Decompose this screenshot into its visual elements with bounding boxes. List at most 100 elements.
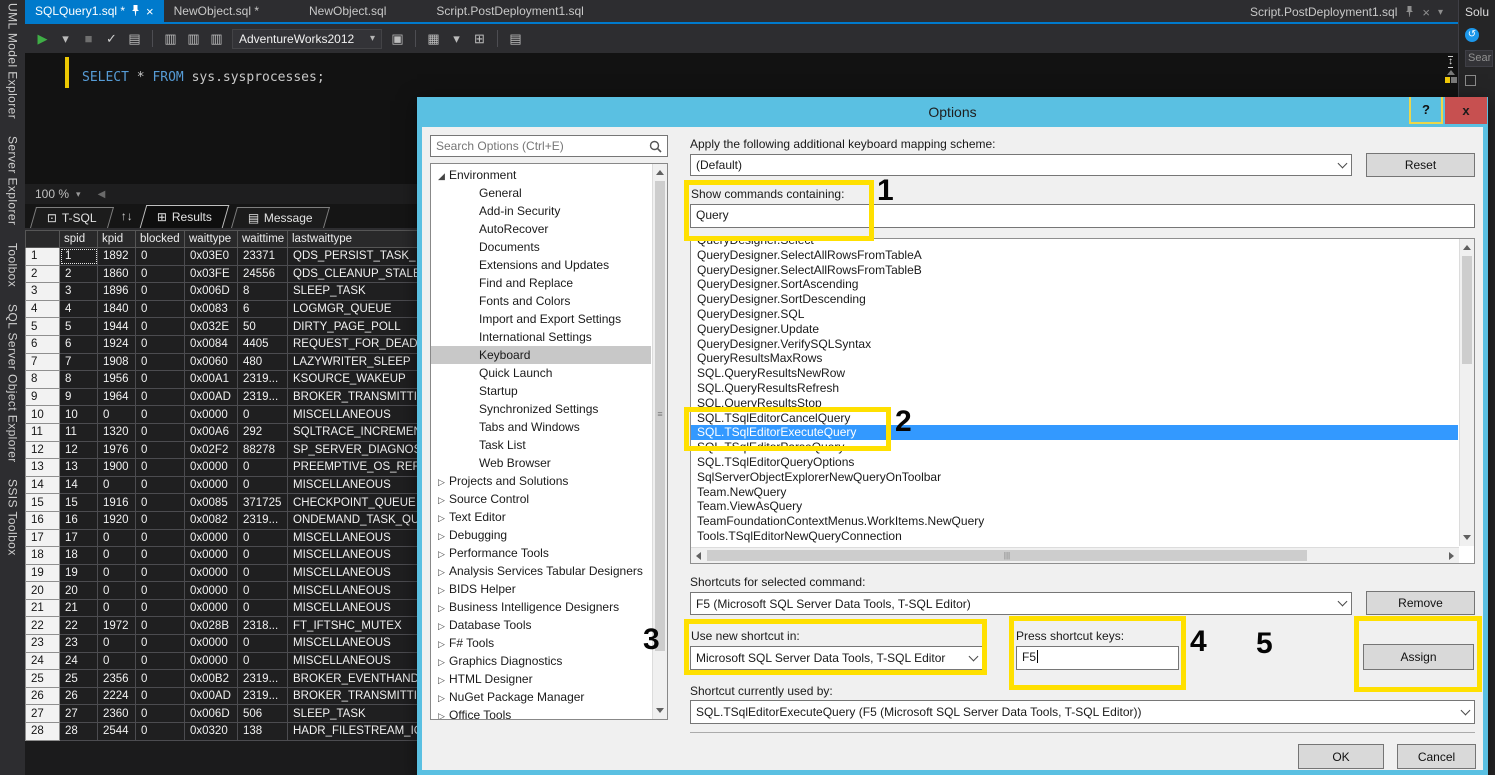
data-cell[interactable]: 0: [136, 388, 185, 406]
column-header-waittype[interactable]: waittype: [185, 231, 238, 248]
data-cell[interactable]: MISCELLANEOUS: [288, 652, 418, 670]
data-cell[interactable]: 13: [60, 459, 98, 477]
command-item[interactable]: TeamFoundationContextMenus.WorkItems.New…: [691, 514, 1458, 529]
close-icon[interactable]: ×: [146, 5, 154, 18]
command-item[interactable]: SQL.QueryResultsRefresh: [691, 381, 1458, 396]
data-cell[interactable]: 23: [60, 635, 98, 653]
data-cell[interactable]: 1908: [98, 353, 136, 371]
data-cell[interactable]: 0x0000: [185, 406, 238, 424]
shortcut-used-by-select[interactable]: SQL.TSqlEditorExecuteQuery (F5 (Microsof…: [690, 700, 1475, 724]
data-cell[interactable]: 0: [136, 705, 185, 723]
tree-item-text-editor[interactable]: ▷Text Editor: [431, 508, 651, 526]
results-to-grid-icon[interactable]: ▦: [426, 32, 441, 45]
data-cell[interactable]: 11: [60, 423, 98, 441]
data-cell[interactable]: 0: [238, 599, 288, 617]
query-plan-icon[interactable]: ⊞: [472, 32, 487, 45]
data-cell[interactable]: 6: [238, 300, 288, 318]
data-cell[interactable]: 0: [136, 353, 185, 371]
data-cell[interactable]: 27: [60, 705, 98, 723]
data-cell[interactable]: MISCELLANEOUS: [288, 635, 418, 653]
expander-icon[interactable]: ▷: [438, 617, 449, 634]
data-cell[interactable]: 0: [136, 529, 185, 547]
expander-icon[interactable]: ▷: [438, 653, 449, 670]
tree-item-html-designer[interactable]: ▷HTML Designer: [431, 670, 651, 688]
data-cell[interactable]: 2: [60, 265, 98, 283]
data-cell[interactable]: PREEMPTIVE_OS_REF: [288, 459, 418, 477]
disconnect-database-icon[interactable]: ▥: [186, 32, 201, 45]
data-cell[interactable]: CHECKPOINT_QUEUE: [288, 494, 418, 512]
scrollbar-thumb[interactable]: ≡: [655, 181, 665, 651]
data-cell[interactable]: 0: [136, 511, 185, 529]
data-cell[interactable]: 1964: [98, 388, 136, 406]
column-header-spid[interactable]: spid: [60, 231, 98, 248]
zoom-level[interactable]: 100 %: [35, 187, 69, 201]
data-cell[interactable]: 24: [60, 652, 98, 670]
document-tab[interactable]: Script.PostDeployment1.sql: [426, 0, 593, 22]
command-item[interactable]: SQL.TSqlEditorCancelQuery: [691, 411, 1458, 426]
tab-results[interactable]: ⊞ Results: [139, 205, 229, 228]
connect-database-icon[interactable]: ▥: [163, 32, 178, 45]
command-item[interactable]: SQL.QueryResultsNewRow: [691, 366, 1458, 381]
data-cell[interactable]: 6: [60, 335, 98, 353]
data-cell[interactable]: 0: [136, 371, 185, 389]
data-cell[interactable]: 23371: [238, 248, 288, 266]
command-item[interactable]: SQL.TSqlEditorQueryOptions: [691, 455, 1458, 470]
command-item[interactable]: QueryDesigner.SortDescending: [691, 292, 1458, 307]
data-cell[interactable]: 0: [98, 547, 136, 565]
data-cell[interactable]: 1896: [98, 283, 136, 301]
command-item[interactable]: QueryDesigner.SelectAllRowsFromTableA: [691, 248, 1458, 263]
row-number-cell[interactable]: 8: [26, 371, 60, 389]
data-cell[interactable]: 0: [136, 687, 185, 705]
results-dropdown-icon[interactable]: ▾: [449, 32, 464, 45]
row-number-cell[interactable]: 22: [26, 617, 60, 635]
data-cell[interactable]: SLEEP_TASK: [288, 705, 418, 723]
tab-tsql[interactable]: ⊡ T-SQL: [30, 207, 114, 228]
data-cell[interactable]: 0: [136, 635, 185, 653]
data-cell[interactable]: 10: [60, 406, 98, 424]
data-cell[interactable]: 1916: [98, 494, 136, 512]
data-cell[interactable]: SLEEP_TASK: [288, 283, 418, 301]
data-cell[interactable]: MISCELLANEOUS: [288, 529, 418, 547]
column-header-blocked[interactable]: blocked: [136, 231, 185, 248]
data-cell[interactable]: 0x00AD: [185, 388, 238, 406]
tab-message[interactable]: ▤ Message: [231, 207, 330, 228]
data-cell[interactable]: BROKER_TRANSMITTI: [288, 388, 418, 406]
command-item[interactable]: QueryDesigner.Update: [691, 322, 1458, 337]
row-number-cell[interactable]: 15: [26, 494, 60, 512]
use-new-shortcut-select[interactable]: Microsoft SQL Server Data Tools, T-SQL E…: [690, 646, 983, 670]
data-cell[interactable]: 0: [136, 582, 185, 600]
data-cell[interactable]: 0: [136, 599, 185, 617]
intellisense-icon[interactable]: ▤: [508, 32, 523, 45]
sidebar-tab-uml-model-explorer[interactable]: UML Model Explorer: [6, 3, 20, 119]
tab-list-dropdown-icon[interactable]: ▾: [1438, 7, 1443, 18]
data-cell[interactable]: 1: [60, 248, 98, 266]
data-cell[interactable]: 0: [136, 652, 185, 670]
tree-item-tabs-and-windows[interactable]: Tabs and Windows: [431, 418, 651, 436]
tree-item-bids-helper[interactable]: ▷BIDS Helper: [431, 580, 651, 598]
data-cell[interactable]: 0: [238, 459, 288, 477]
row-number-cell[interactable]: 7: [26, 353, 60, 371]
command-item[interactable]: SQL.TSqlEditorExecuteQuery: [691, 425, 1458, 440]
row-number-cell[interactable]: 25: [26, 670, 60, 688]
row-number-cell[interactable]: 5: [26, 318, 60, 336]
data-cell[interactable]: 3: [60, 283, 98, 301]
expander-icon[interactable]: ▷: [438, 491, 449, 508]
data-cell[interactable]: 12: [60, 441, 98, 459]
data-cell[interactable]: 50: [238, 318, 288, 336]
scroll-left-icon[interactable]: ◀: [98, 189, 106, 200]
command-item[interactable]: Team.ViewAsQuery: [691, 499, 1458, 514]
command-item[interactable]: SqlServerObjectExplorerNewQueryOnToolbar: [691, 470, 1458, 485]
column-header-kpid[interactable]: kpid: [98, 231, 136, 248]
expander-icon[interactable]: ▷: [438, 671, 449, 688]
row-number-cell[interactable]: 1: [26, 248, 60, 266]
solution-search-input[interactable]: Sear: [1465, 50, 1493, 67]
data-cell[interactable]: 17: [60, 529, 98, 547]
data-cell[interactable]: 7: [60, 353, 98, 371]
row-number-cell[interactable]: 4: [26, 300, 60, 318]
data-cell[interactable]: 0: [238, 547, 288, 565]
row-number-cell[interactable]: 20: [26, 582, 60, 600]
data-cell[interactable]: KSOURCE_WAKEUP: [288, 371, 418, 389]
splitter-icon[interactable]: ↕: [1448, 56, 1453, 68]
ok-button[interactable]: OK: [1298, 744, 1384, 769]
command-item[interactable]: SQL.TSqlEditorParseQuery: [691, 440, 1458, 455]
